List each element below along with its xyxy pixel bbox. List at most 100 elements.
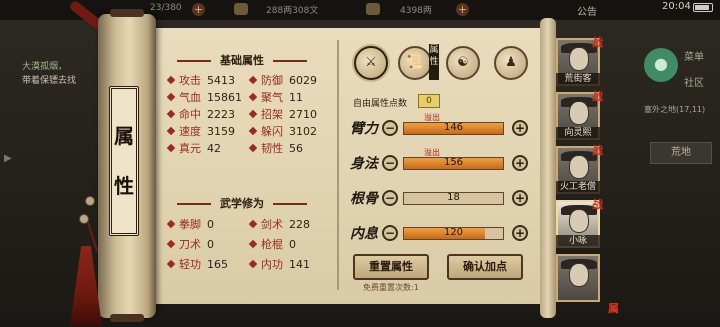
plus-button[interactable]: + xyxy=(512,155,528,171)
chat-icon[interactable]: ● xyxy=(644,48,678,82)
stat-value: 3159 xyxy=(207,125,235,138)
martial-stat: 内功 141 xyxy=(248,256,310,272)
stat-value: 0 xyxy=(289,238,296,251)
martial-attrs-title: 武学修为 xyxy=(157,195,327,211)
community-button[interactable]: 社区 xyxy=(684,74,704,89)
stat-label: 命中 xyxy=(179,108,201,121)
party-member-name: 向灵熙 xyxy=(556,127,600,140)
tab-equipment[interactable]: 📜 xyxy=(398,46,432,80)
free-points-label: 自由属性点数 xyxy=(353,99,408,109)
tab-meridians[interactable]: ♟ xyxy=(494,46,528,80)
stat-label: 速度 xyxy=(179,125,201,138)
base-stat: 招架 2710 xyxy=(248,106,317,122)
clock: 20:04 xyxy=(662,1,691,12)
yin-yang-icon: ☯ xyxy=(457,55,469,70)
base-stat: 命中 2223 xyxy=(166,106,235,122)
tab-skills[interactable]: ☯ xyxy=(446,46,480,80)
base-stat: 聚气 11 xyxy=(248,89,303,105)
face-icon xyxy=(569,209,589,233)
stat-label: 真元 xyxy=(179,142,201,155)
minus-button[interactable]: − xyxy=(382,120,398,136)
confirm-points-button[interactable]: 确认加点 xyxy=(447,254,523,280)
tab-attributes[interactable]: ⚔ xyxy=(354,46,388,80)
diamond-icon xyxy=(248,239,258,249)
coin-icon xyxy=(234,3,248,15)
diamond-icon xyxy=(248,219,258,229)
stat-label: 气血 xyxy=(179,91,201,104)
martial-stat: 轻功 165 xyxy=(166,256,228,272)
diamond-icon xyxy=(166,75,176,85)
alloc-bar[interactable]: 18 xyxy=(403,192,504,205)
stat-value: 5413 xyxy=(207,74,235,87)
party-member-name: 荒街客 xyxy=(556,73,600,86)
free-points-value: 0 xyxy=(418,94,440,108)
stat-value: 165 xyxy=(207,258,228,271)
location-label: 塞外之地(17,11) xyxy=(644,105,706,114)
martial-stat: 刀术 0 xyxy=(166,236,214,252)
plus-button[interactable]: + xyxy=(512,120,528,136)
meridian-icon: ♟ xyxy=(505,55,517,70)
party-member-name: 小咏 xyxy=(556,235,600,248)
notice-button[interactable]: 公告 xyxy=(577,3,597,18)
alloc-bar[interactable]: 146 xyxy=(403,122,504,135)
quest-line-1: 大漠孤烟， xyxy=(22,62,68,72)
diamond-icon xyxy=(248,75,258,85)
column-divider xyxy=(337,40,339,290)
battle-badge: 战 xyxy=(592,144,603,157)
tab-active-mark: 属性 xyxy=(429,44,439,80)
battle-badge: 战 xyxy=(592,36,603,49)
minus-button[interactable]: − xyxy=(382,190,398,206)
scroll-cap-top xyxy=(110,9,144,17)
battery-icon xyxy=(693,3,713,12)
stat-value: 2710 xyxy=(289,108,317,121)
alloc-bar[interactable]: 156 xyxy=(403,157,504,170)
diamond-icon xyxy=(248,109,258,119)
stat-value: 15861 xyxy=(207,91,242,104)
battle-badge: 战 xyxy=(592,90,603,103)
gold-icon xyxy=(366,3,380,15)
menu-button[interactable]: 菜单 xyxy=(684,48,704,63)
face-icon xyxy=(569,47,589,71)
stat-value: 141 xyxy=(289,258,310,271)
diamond-icon xyxy=(166,239,176,249)
plus-button[interactable]: + xyxy=(512,225,528,241)
base-stat: 韧性 56 xyxy=(248,140,303,156)
diamond-icon xyxy=(166,259,176,269)
alloc-value: 156 xyxy=(443,157,464,168)
quest-tracker[interactable]: 大漠孤烟， 带着保镖去找 xyxy=(22,60,76,88)
base-stat: 真元 42 xyxy=(166,140,221,156)
bead-icon xyxy=(85,196,95,206)
swordsman-icon: ⚔ xyxy=(365,55,377,70)
stat-label: 刀术 xyxy=(179,238,201,251)
area-button[interactable]: 荒地 xyxy=(650,142,712,164)
plus-button[interactable]: + xyxy=(512,190,528,206)
alloc-name: 根骨 xyxy=(350,191,378,207)
stat-value: 2223 xyxy=(207,108,235,121)
alloc-bar[interactable]: 120 xyxy=(403,227,504,240)
alloc-name: 内息 xyxy=(350,226,378,242)
base-stat: 速度 3159 xyxy=(166,123,235,139)
martial-stat: 拳脚 0 xyxy=(166,216,214,232)
stamina-plus-button[interactable]: + xyxy=(192,3,205,16)
base-stat: 躲闪 3102 xyxy=(248,123,317,139)
reset-attributes-button[interactable]: 重置属性 xyxy=(353,254,429,280)
alloc-name: 臂力 xyxy=(350,121,378,137)
attribute-badge: 属 xyxy=(608,302,619,315)
diamond-icon xyxy=(248,126,258,136)
minus-button[interactable]: − xyxy=(382,225,398,241)
gold-value: 4398两 xyxy=(400,6,432,16)
diamond-icon xyxy=(166,126,176,136)
panel-title: 属性 xyxy=(114,124,134,198)
stat-value: 42 xyxy=(207,142,221,155)
stat-value: 3102 xyxy=(289,125,317,138)
scroll-right-roll xyxy=(540,18,556,318)
expand-left-icon[interactable]: ▶ xyxy=(4,153,12,164)
quest-line-2: 带着保镖去找 xyxy=(22,76,77,86)
minus-button[interactable]: − xyxy=(382,155,398,171)
stat-label: 拳脚 xyxy=(179,218,201,231)
party-member-portrait[interactable] xyxy=(556,254,600,302)
stamina-value: 23/380 xyxy=(150,3,182,13)
gold-plus-button[interactable]: + xyxy=(456,3,469,16)
alloc-value: 18 xyxy=(447,192,460,203)
party-member-name: 火工老僧 xyxy=(556,181,600,194)
